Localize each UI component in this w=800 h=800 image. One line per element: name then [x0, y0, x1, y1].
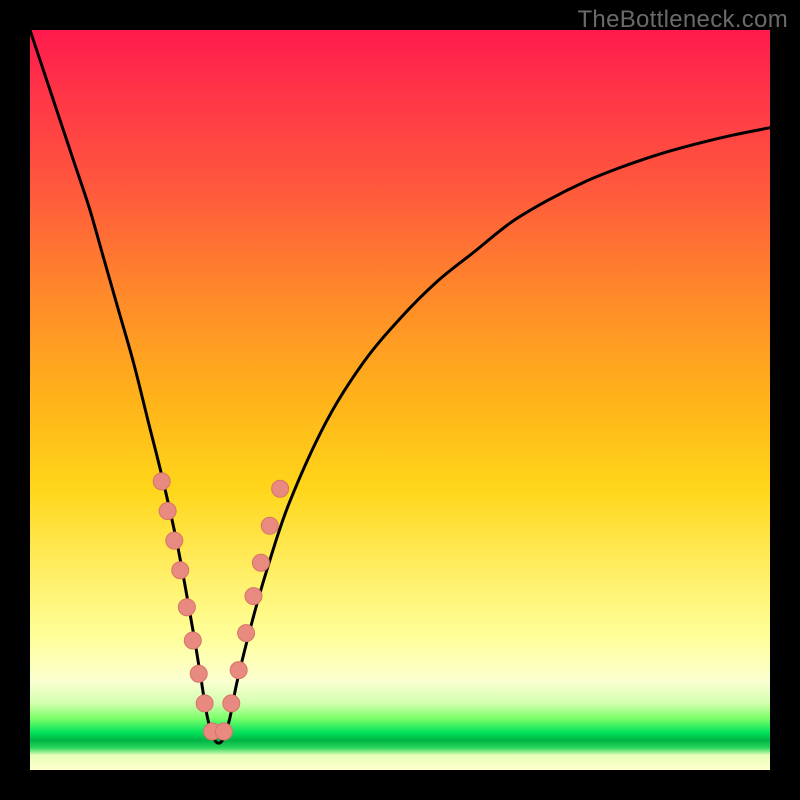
- outer-frame: TheBottleneck.com: [0, 0, 800, 800]
- bottleneck-curve: [30, 30, 770, 743]
- highlight-beads: [153, 473, 288, 740]
- bead-marker: [272, 480, 289, 497]
- bead-marker: [230, 662, 247, 679]
- bead-marker: [166, 532, 183, 549]
- curve-svg: [30, 30, 770, 770]
- bead-marker: [223, 695, 240, 712]
- bead-marker: [252, 554, 269, 571]
- bead-marker: [178, 599, 195, 616]
- bead-marker: [172, 562, 189, 579]
- bead-marker: [245, 588, 262, 605]
- bead-marker: [196, 695, 213, 712]
- bead-marker: [238, 625, 255, 642]
- bead-marker: [190, 665, 207, 682]
- bead-marker: [159, 503, 176, 520]
- bead-marker: [215, 723, 232, 740]
- bead-marker: [261, 517, 278, 534]
- watermark-text: TheBottleneck.com: [577, 6, 788, 34]
- plot-area: [30, 30, 770, 770]
- bead-marker: [153, 473, 170, 490]
- bead-marker: [184, 632, 201, 649]
